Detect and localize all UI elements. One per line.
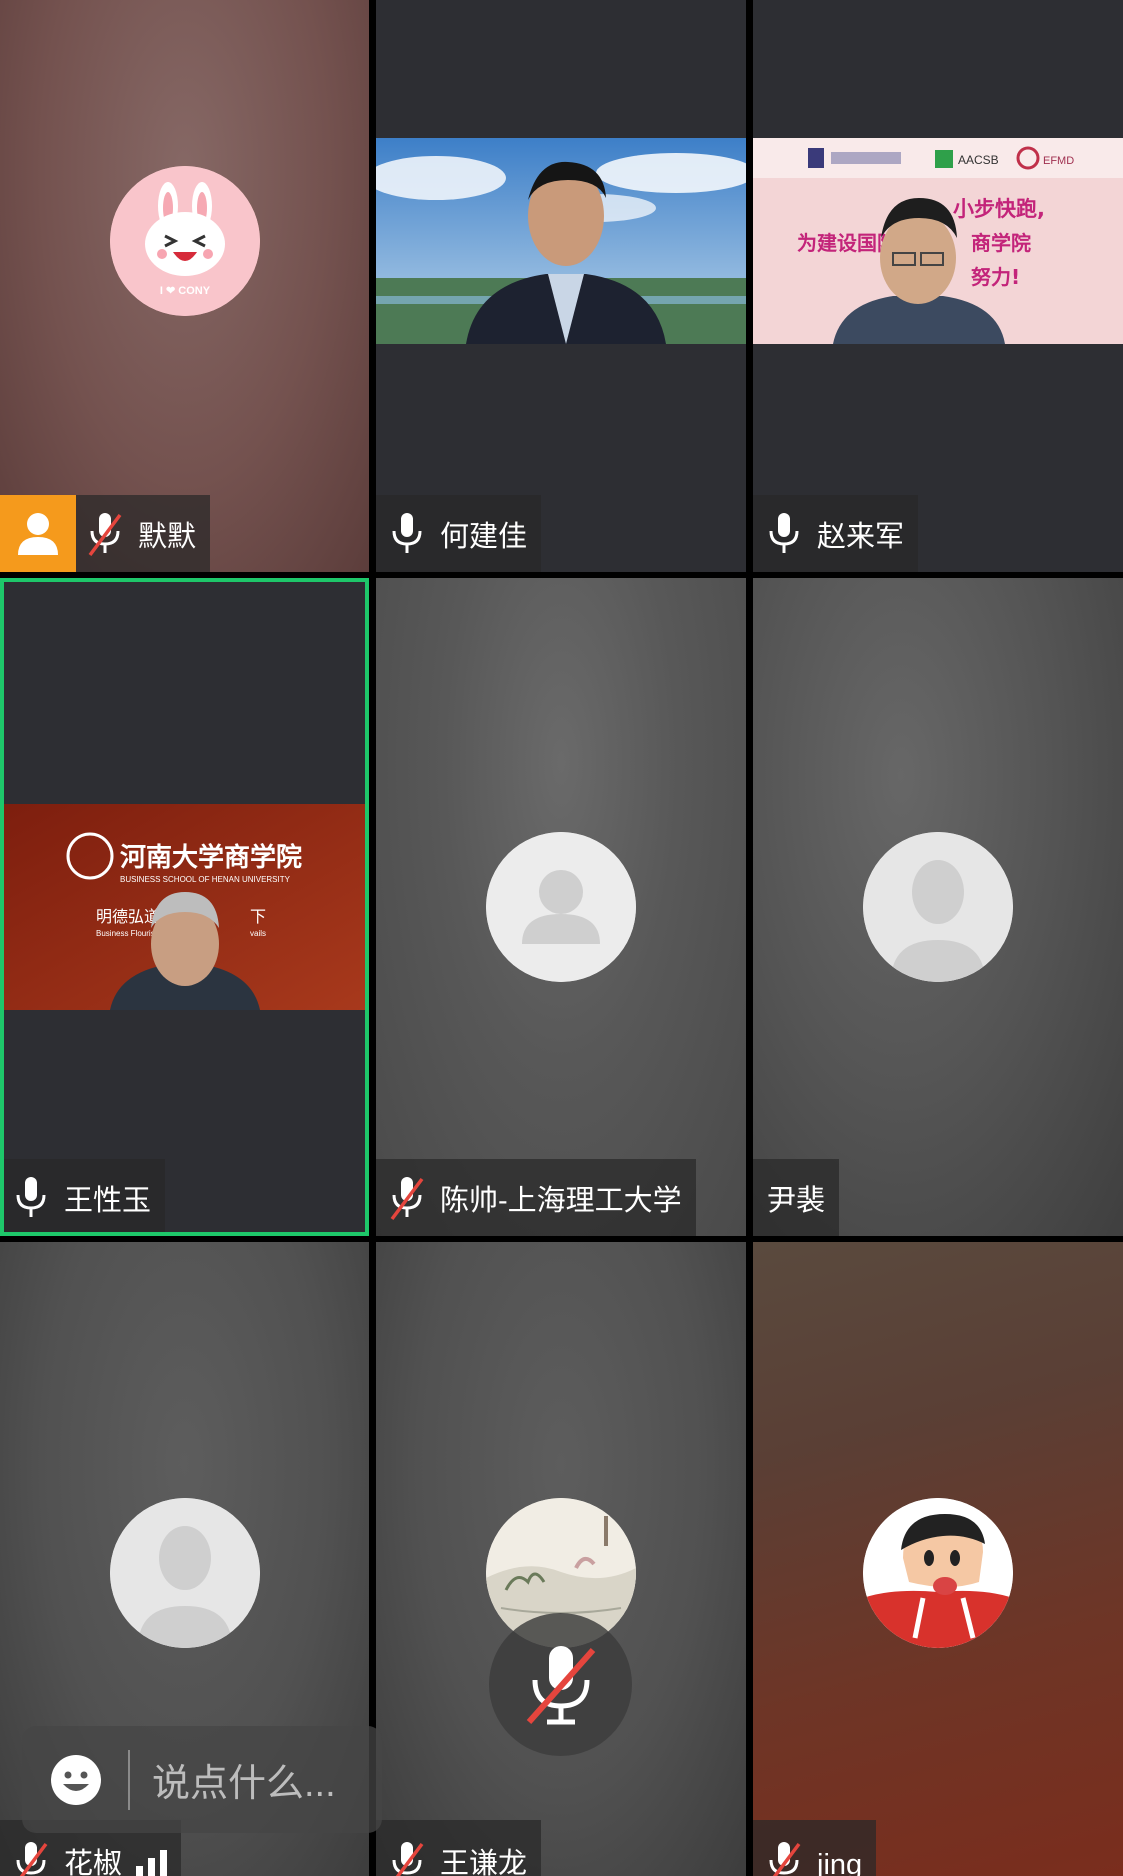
banner-text-1: 小步快跑, xyxy=(953,197,1045,221)
henan-motto-en: Business Flourish xyxy=(96,929,159,938)
host-person-icon xyxy=(0,495,76,572)
banner-text-2b: 商学院 xyxy=(971,231,1031,255)
henan-subtitle: BUSINESS SCHOOL OF HENAN UNIVERSITY xyxy=(120,875,291,884)
mic-muted-icon xyxy=(392,1842,424,1876)
participant-name: 默默 xyxy=(138,520,197,553)
cony-avatar: I ❤ CONY xyxy=(109,166,260,316)
chat-input-bar[interactable]: 说点什么... xyxy=(22,1726,382,1833)
participant-name: jing xyxy=(817,1849,863,1876)
name-bar: 何建佳 xyxy=(376,495,542,572)
cony-avatar-text: I ❤ CONY xyxy=(159,285,210,297)
mic-muted-icon xyxy=(16,1842,48,1876)
mic-icon xyxy=(16,1176,46,1217)
mic-icon xyxy=(392,512,422,553)
mic-muted-icon xyxy=(88,512,122,556)
participant-tile-jing[interactable]: jing xyxy=(753,1242,1123,1876)
efmd-logo: EFMD xyxy=(1043,155,1074,167)
name-bar: 陈帅-上海理工大学 xyxy=(376,1159,696,1236)
name-bar: 默默 xyxy=(76,495,211,572)
participant-name: 尹裴 xyxy=(767,1184,826,1217)
default-avatar-icon xyxy=(486,832,636,982)
participant-name: 何建佳 xyxy=(440,520,528,553)
name-bar: 赵来军 xyxy=(753,495,919,572)
emoji-icon[interactable] xyxy=(50,1754,102,1806)
signal-strength-icon xyxy=(136,1844,168,1876)
banner-text-3: 努力! xyxy=(971,265,1020,289)
participant-name: 赵来军 xyxy=(817,520,905,553)
henan-motto: 明德弘道 xyxy=(96,907,160,926)
aacsb-logo: AACSB xyxy=(958,153,999,167)
mic-muted-icon xyxy=(526,1645,595,1724)
henan-title: 河南大学商学院 xyxy=(120,842,302,873)
participant-tile-zhao-laijun[interactable]: AACSB EFMD 小步快跑, 为建设国际 商学院 努力! 赵来军 xyxy=(753,0,1123,572)
shinchan-avatar xyxy=(863,1498,1013,1648)
mic-muted-icon xyxy=(390,1176,424,1220)
participant-tile-wang-qianlong[interactable]: 王谦龙 xyxy=(376,1242,746,1876)
mic-muted-icon xyxy=(769,1842,801,1876)
chat-input-placeholder[interactable]: 说点什么... xyxy=(152,1752,336,1807)
default-avatar-icon xyxy=(863,832,1013,982)
default-avatar-icon xyxy=(109,1498,260,1648)
participant-tile-he-jianjia[interactable]: 何建佳 xyxy=(376,0,746,572)
participant-tile-yin-pei[interactable]: 尹裴 xyxy=(753,578,1123,1236)
participant-tile-chen-shuai[interactable]: 陈帅-上海理工大学 xyxy=(376,578,746,1236)
participant-name: 陈帅-上海理工大学 xyxy=(440,1184,682,1217)
name-bar: jing xyxy=(753,1820,877,1876)
divider xyxy=(128,1749,130,1810)
participant-name: 花椒 xyxy=(64,1848,123,1876)
video-feed xyxy=(376,138,746,344)
participant-name: 王性玉 xyxy=(64,1184,152,1217)
video-feed: AACSB EFMD 小步快跑, 为建设国际 商学院 努力! xyxy=(753,138,1123,344)
henan-motto-2: 下 xyxy=(250,907,266,926)
mic-icon xyxy=(769,512,799,553)
name-bar: 王谦龙 xyxy=(376,1820,542,1876)
participant-name: 王谦龙 xyxy=(440,1848,528,1876)
name-bar: 尹裴 xyxy=(753,1159,840,1236)
mute-toggle-button[interactable] xyxy=(489,1613,632,1756)
video-feed: 河南大学商学院 BUSINESS SCHOOL OF HENAN UNIVERS… xyxy=(0,804,369,1010)
participant-tile-momo[interactable]: I ❤ CONY 默默 xyxy=(0,0,369,572)
name-bar: 王性玉 xyxy=(0,1159,166,1236)
henan-motto-en-2: vails xyxy=(250,929,266,938)
participant-tile-wang-xingyu[interactable]: 河南大学商学院 BUSINESS SCHOOL OF HENAN UNIVERS… xyxy=(0,578,369,1236)
